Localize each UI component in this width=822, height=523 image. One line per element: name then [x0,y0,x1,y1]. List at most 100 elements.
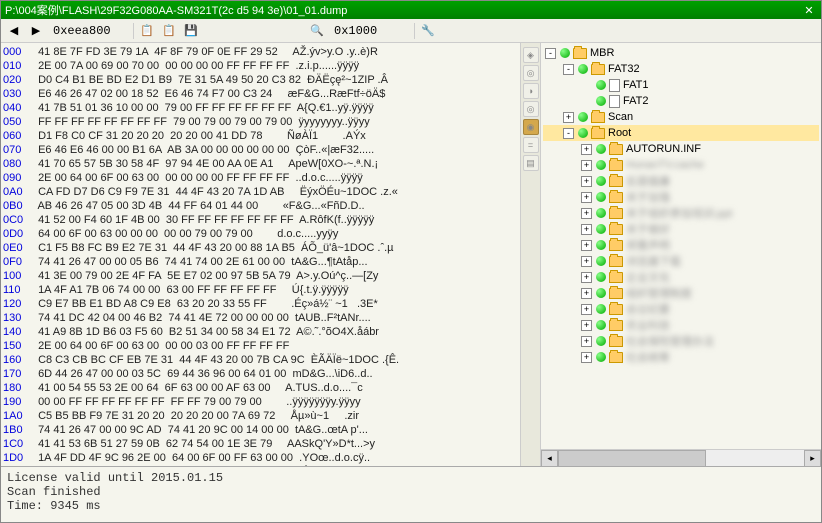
hex-row[interactable]: 160 C8 C3 CB BC CF EB 7E 31 44 4F 43 20 … [3,353,518,367]
expand-icon[interactable]: + [581,352,592,363]
scroll-track[interactable] [558,450,804,467]
save-button[interactable]: 💾 [182,22,200,40]
tree-node[interactable]: -MBR [543,45,819,61]
tree-node[interactable]: +社会保险管理办法 [543,333,819,349]
tree-node[interactable]: +农业科技 [543,317,819,333]
address-left[interactable]: 0xeea800 [49,23,129,39]
hex-row[interactable]: 050 FF FF FF FF FF FF FF FF 79 00 79 00 … [3,115,518,129]
tree-node[interactable]: + HunanTV.cache [543,157,819,173]
expand-icon[interactable]: + [581,256,592,267]
tree-node[interactable]: FAT2 [543,93,819,109]
expand-icon[interactable]: + [563,112,574,123]
side-tool-5[interactable]: = [523,137,539,153]
hex-row[interactable]: 040 41 7B 51 01 36 10 00 00 79 00 FF FF … [3,101,518,115]
tree-node[interactable]: +关于组织参加培训.ppt [543,205,819,221]
tree-label: HunanTV.cache [626,159,704,171]
expand-icon[interactable]: - [545,48,556,59]
hex-row[interactable]: 0A0 CA FD D7 D6 C9 F9 7E 31 44 4F 43 20 … [3,185,518,199]
side-tool-1[interactable]: ◎ [523,65,539,81]
forward-button[interactable]: ▶ [27,22,45,40]
hex-row[interactable]: 020 D0 C4 B1 BE BD E2 D1 B9 7E 31 5A 49 … [3,73,518,87]
folder-icon [609,160,623,171]
hex-row[interactable]: 090 2E 00 64 00 6F 00 63 00 00 00 00 00 … [3,171,518,185]
hex-row[interactable]: 120 C9 E7 BB E1 BD A8 C9 E8 63 20 20 33 … [3,297,518,311]
hex-row[interactable]: 060 D1 F8 C0 CF 31 20 20 20 20 20 00 41 … [3,129,518,143]
tree-node[interactable]: -Root [543,125,819,141]
tree-node[interactable]: +组织管理制度 [543,285,819,301]
side-tool-3[interactable]: ◎ [523,101,539,117]
tree-node[interactable]: +关于加强 [543,189,819,205]
close-icon[interactable]: ✕ [801,4,817,17]
tree-node[interactable]: +郑重声明 [543,237,819,253]
file-tree[interactable]: -MBR-FAT32FAT1FAT2+Scan-Root+AUTORUN.INF… [541,43,821,449]
tree-node[interactable]: +AUTORUN.INF [543,141,819,157]
address-right[interactable]: 0x1000 [330,23,410,39]
expand-icon[interactable]: + [581,272,592,283]
scroll-right-icon[interactable]: ▸ [804,450,821,467]
folder-icon [609,144,623,155]
expand-icon[interactable]: + [581,304,592,315]
hex-row[interactable]: 070 E6 46 E6 46 00 00 B1 6A AB 3A 00 00 … [3,143,518,157]
hex-row[interactable]: 140 41 A9 8B 1D B6 03 F5 60 B2 51 34 00 … [3,325,518,339]
paste-button[interactable]: 📋 [160,22,178,40]
hex-row[interactable]: 0D0 64 00 6F 00 63 00 00 00 00 00 79 00 … [3,227,518,241]
hex-row[interactable]: 100 41 3E 00 79 00 2E 4F FA 5E E7 02 00 … [3,269,518,283]
side-toolbar: ◈ ◎ ◑ ◎ ◉ = ▤ [521,43,541,466]
expand-icon[interactable]: + [581,192,592,203]
expand-icon[interactable]: + [581,160,592,171]
side-tool-6[interactable]: ▤ [523,155,539,171]
tree-node[interactable]: -FAT32 [543,61,819,77]
hex-row[interactable]: 1B0 74 41 26 47 00 00 9C AD 74 41 20 9C … [3,423,518,437]
hex-row[interactable]: 000 41 8E 7F FD 3E 79 1A 4F 8F 79 0F 0E … [3,45,518,59]
hex-row[interactable]: 1C0 41 41 53 6B 51 27 59 0B 62 74 54 00 … [3,437,518,451]
expand-icon[interactable]: + [581,176,592,187]
tree-node[interactable]: +浏览器下载 [543,253,819,269]
tree-node[interactable]: +企业文化 [543,269,819,285]
hex-row[interactable]: 010 2E 00 7A 00 69 00 70 00 00 00 00 00 … [3,59,518,73]
tree-node[interactable]: +反腐倡廉 [543,173,819,189]
hex-row[interactable]: 170 6D 44 26 47 00 00 03 5C 69 44 36 96 … [3,367,518,381]
expand-icon[interactable]: + [581,288,592,299]
hex-row[interactable]: 080 41 70 65 57 5B 30 58 4F 97 94 4E 00 … [3,157,518,171]
folder-icon [591,64,605,75]
back-button[interactable]: ◀ [5,22,23,40]
scroll-left-icon[interactable]: ◂ [541,450,558,467]
tree-node[interactable]: FAT1 [543,77,819,93]
hex-row[interactable]: 130 74 41 DC 42 04 00 46 B2 74 41 4E 72 … [3,311,518,325]
hex-row[interactable]: 0E0 C1 F5 B8 FC B9 E2 7E 31 44 4F 43 20 … [3,241,518,255]
hex-row[interactable]: 110 1A 4F A1 7B 06 74 00 00 63 00 FF FF … [3,283,518,297]
tree-node[interactable]: +社会统筹 [543,349,819,365]
side-tool-2[interactable]: ◑ [523,83,539,99]
expand-icon[interactable]: + [581,144,592,155]
hex-row[interactable]: 0B0 AB 46 26 47 05 00 3D 4B 44 FF 64 01 … [3,199,518,213]
expand-icon[interactable]: - [563,128,574,139]
tree-node[interactable]: +Scan [543,109,819,125]
folder-icon [609,256,623,267]
folder-icon [591,128,605,139]
side-tool-0[interactable]: ◈ [523,47,539,63]
hex-row[interactable]: 0F0 74 41 26 47 00 00 05 B6 74 41 74 00 … [3,255,518,269]
side-tool-4[interactable]: ◉ [523,119,539,135]
hex-row[interactable]: 190 00 00 FF FF FF FF FF FF FF FF 79 00 … [3,395,518,409]
expand-icon[interactable]: + [581,320,592,331]
hex-row[interactable]: 1A0 C5 B5 BB F9 7E 31 20 20 20 20 20 00 … [3,409,518,423]
scroll-thumb[interactable] [558,450,706,467]
expand-icon[interactable]: + [581,240,592,251]
tool-button[interactable]: 🔧 [419,22,437,40]
expand-icon[interactable]: - [563,64,574,75]
hex-view[interactable]: 000 41 8E 7F FD 3E 79 1A 4F 8F 79 0F 0E … [1,43,521,466]
expand-icon[interactable]: + [581,208,592,219]
hex-row[interactable]: 150 2E 00 64 00 6F 00 63 00 00 00 03 00 … [3,339,518,353]
find-icon[interactable]: 🔍 [308,22,326,40]
hex-row[interactable]: 1D0 1A 4F DD 4F 9C 96 2E 00 64 00 6F 00 … [3,451,518,465]
hex-row[interactable]: 030 E6 46 26 47 02 00 18 52 E6 46 74 F7 … [3,87,518,101]
expand-icon[interactable]: + [581,224,592,235]
copy-button[interactable]: 📋 [138,22,156,40]
horizontal-scrollbar[interactable]: ◂ ▸ [541,449,821,466]
tree-node[interactable]: +会议纪要 [543,301,819,317]
expand-icon[interactable]: + [581,336,592,347]
hex-row[interactable]: 180 41 00 54 55 53 2E 00 64 6F 63 00 00 … [3,381,518,395]
tree-node[interactable]: +关于做好 [543,221,819,237]
main-area: 000 41 8E 7F FD 3E 79 1A 4F 8F 79 0F 0E … [1,43,821,466]
hex-row[interactable]: 0C0 41 52 00 F4 60 1F 4B 00 30 FF FF FF … [3,213,518,227]
